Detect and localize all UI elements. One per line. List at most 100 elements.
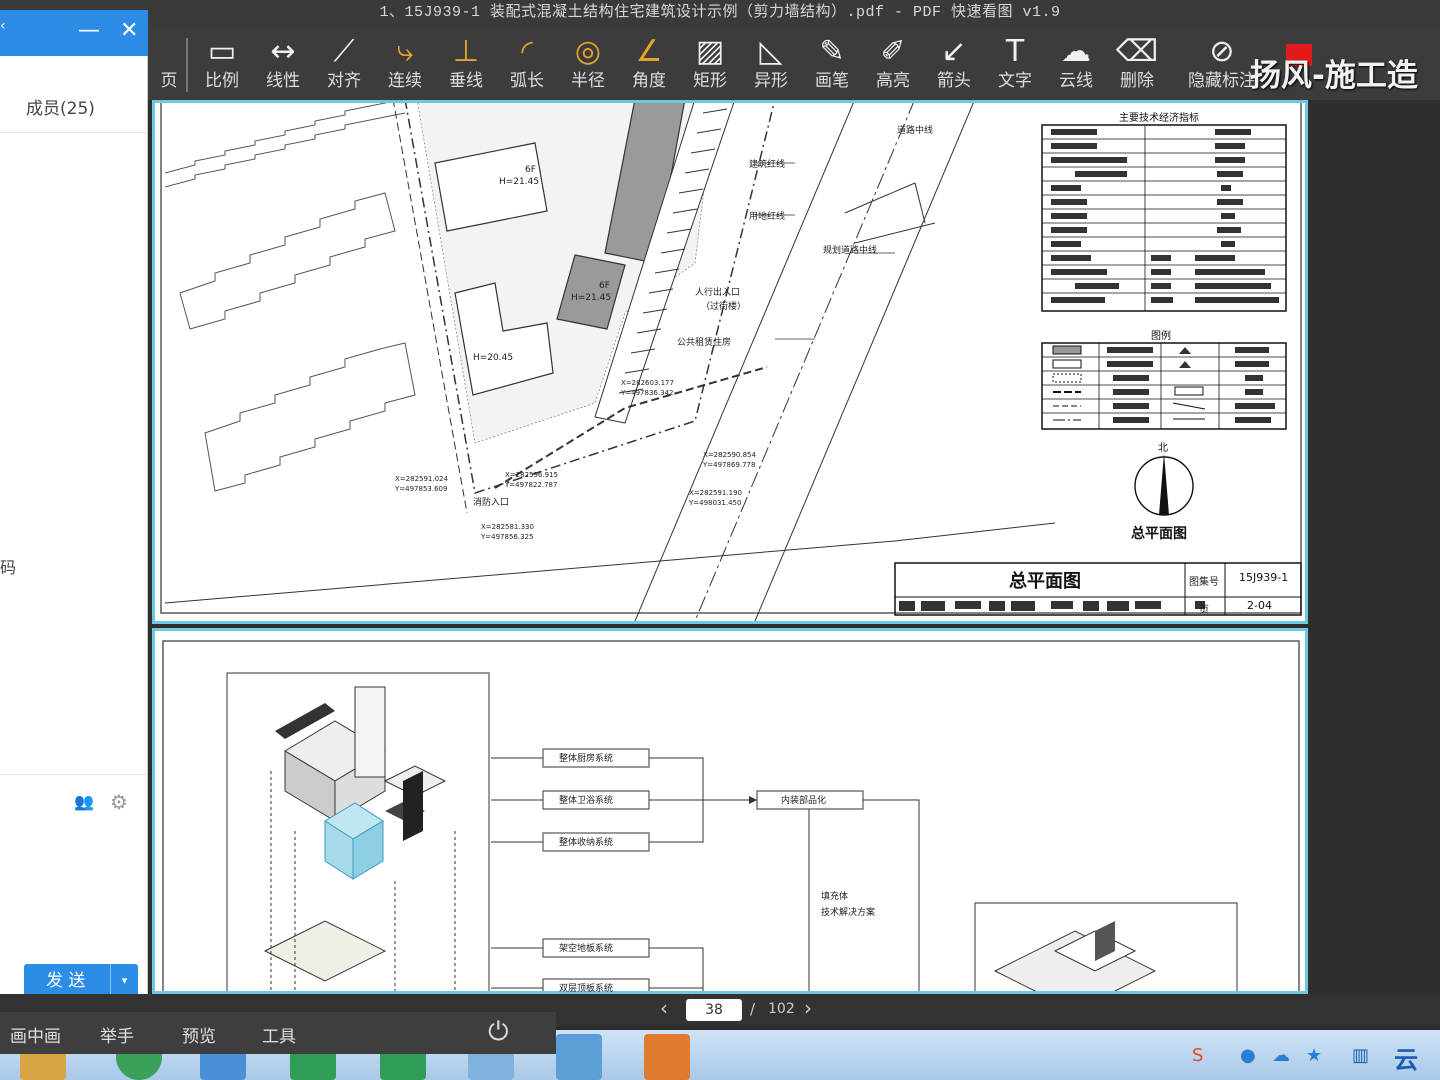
tool-align[interactable]: ⟋ 对齐 bbox=[315, 34, 373, 96]
pdf-page-site-plan[interactable]: 道路中线 建筑红线 用地红线 规划道路中线 人行出入口 （过街楼） 公共租赁住房… bbox=[152, 100, 1308, 624]
box-storage-system: 整体收纳系统 bbox=[559, 838, 614, 848]
tray-icon-2[interactable]: ☁ bbox=[1272, 1045, 1290, 1066]
star-icon[interactable]: ★ bbox=[1306, 1045, 1322, 1066]
gear-icon[interactable]: ⚙ bbox=[110, 790, 128, 814]
tool-cloud[interactable]: ☁ 云线 bbox=[1047, 34, 1105, 96]
label-road-center: 道路中线 bbox=[897, 126, 934, 136]
radius-icon: ◎ bbox=[574, 34, 602, 69]
rectangle-area-icon: ▨ bbox=[695, 34, 725, 69]
infill-diagram-drawing bbox=[162, 640, 1300, 991]
tool-radius-label: 半径 bbox=[571, 71, 605, 91]
send-label: 发 送 bbox=[46, 971, 86, 991]
cloud-line-icon: ☁ bbox=[1061, 34, 1091, 69]
note-infill: 填充体 bbox=[821, 892, 849, 902]
tool-arc[interactable]: ◜ 弧长 bbox=[498, 34, 556, 96]
tool-perpendicular[interactable]: ⊥ 垂线 bbox=[437, 34, 495, 96]
tool-hide-annotation[interactable]: ⊘ 隐藏标注 bbox=[1184, 34, 1260, 96]
coord-3b: Y=497869.778 bbox=[703, 461, 756, 469]
tool-angle[interactable]: ∠ 角度 bbox=[620, 34, 678, 96]
label-rental-housing: 公共租赁住房 bbox=[677, 338, 732, 348]
tool-scale[interactable]: ▭ 比例 bbox=[193, 34, 251, 96]
cloud-brand-text: 云启 bbox=[1394, 1046, 1418, 1074]
tool-home[interactable]: 页 bbox=[140, 34, 198, 96]
page-number: 2-04 bbox=[1247, 599, 1272, 612]
collapse-icon[interactable]: ‹ bbox=[0, 18, 6, 34]
pen-icon: ✎ bbox=[819, 34, 845, 69]
send-options-dropdown[interactable]: ▾ bbox=[110, 964, 138, 998]
chat-panel: ‹ — ✕ 成员(25) 码 👥 ⚙ 发 送 ▾ bbox=[0, 10, 148, 1003]
tool-home-label: 页 bbox=[160, 71, 178, 91]
coord-6a: X=282603.177 bbox=[621, 379, 674, 387]
send-button[interactable]: 发 送 ▾ bbox=[24, 964, 138, 998]
note-technical-solution: 技术解决方案 bbox=[821, 908, 876, 918]
taskbar-app-7[interactable] bbox=[556, 1034, 602, 1080]
pdf-page-infill-diagram[interactable]: 整体厨房系统 整体卫浴系统 整体收纳系统 架空地板系统 双层顶板系统 内装部品化… bbox=[152, 628, 1308, 994]
linear-measure-icon: ↔ bbox=[270, 34, 296, 69]
next-page-icon[interactable]: › bbox=[804, 996, 812, 1020]
home-icon bbox=[140, 34, 198, 70]
pdf-viewer-taskbar-icon[interactable] bbox=[644, 1034, 690, 1080]
coord-1b: Y=497853.609 bbox=[395, 485, 448, 493]
tool-rectangle[interactable]: ▨ 矩形 bbox=[681, 34, 739, 96]
coord-4a: X=282591.190 bbox=[689, 489, 742, 497]
tool-pen-label: 画笔 bbox=[815, 71, 849, 91]
members-icon[interactable]: 👥 bbox=[74, 792, 94, 811]
tool-highlight[interactable]: ✐ 高亮 bbox=[864, 34, 922, 96]
box-double-ceiling-system: 双层顶板系统 bbox=[559, 984, 614, 994]
watermark: 扬风-施工造 bbox=[1250, 58, 1418, 94]
legend-title: 图例 bbox=[1151, 331, 1171, 342]
coord-3a: X=282590.854 bbox=[703, 451, 756, 459]
coord-2b: Y=497822.787 bbox=[505, 481, 558, 489]
align-measure-icon: ⟋ bbox=[333, 34, 355, 69]
box-raised-floor-system: 架空地板系统 bbox=[559, 944, 614, 954]
tool-rectangle-label: 矩形 bbox=[693, 71, 727, 91]
viewer-title: 1、15J939-1 装配式混凝土结构住宅建筑设计示例（剪力墙结构）.pdf -… bbox=[0, 0, 1440, 26]
minimize-icon[interactable]: — bbox=[78, 18, 100, 43]
tool-text-label: 文字 bbox=[998, 71, 1032, 91]
raise-hand-button[interactable]: 举手 bbox=[100, 1022, 134, 1047]
plan-title: 总平面图 bbox=[1131, 526, 1187, 542]
arrow-icon: ↙ bbox=[941, 34, 967, 69]
toolbar-divider bbox=[186, 38, 188, 92]
tool-pen[interactable]: ✎ 画笔 bbox=[803, 34, 861, 96]
picture-in-picture-button[interactable]: 画中画 bbox=[10, 1022, 61, 1047]
tool-linear[interactable]: ↔ 线性 bbox=[254, 34, 312, 96]
label-height-c: H=20.45 bbox=[473, 353, 514, 363]
member-count[interactable]: 成员(25) bbox=[26, 94, 95, 119]
page-separator: / bbox=[750, 1000, 756, 1018]
tech-table-title: 主要技术经济指标 bbox=[1119, 113, 1199, 124]
tool-continuous[interactable]: ⤷ 连续 bbox=[376, 34, 434, 96]
current-page-input[interactable]: 38 bbox=[686, 999, 742, 1021]
label-property-line: 用地红线 bbox=[749, 212, 786, 222]
tool-angle-label: 角度 bbox=[632, 71, 666, 91]
meeting-control-bar: 画中画 举手 预览 工具 ⏻ bbox=[0, 1012, 556, 1054]
tool-radius[interactable]: ◎ 半径 bbox=[559, 34, 617, 96]
tools-button[interactable]: 工具 bbox=[262, 1022, 296, 1047]
chat-divider bbox=[0, 132, 148, 133]
coord-4b: Y=498031.450 bbox=[689, 499, 742, 507]
label-floors-a: 6F bbox=[525, 165, 536, 175]
coord-6b: Y=497836.342 bbox=[621, 389, 674, 397]
polygon-area-icon: ◺ bbox=[759, 34, 783, 69]
text-icon: T bbox=[1005, 34, 1025, 69]
tool-perpendicular-label: 垂线 bbox=[449, 71, 483, 91]
chat-message-fragment: 码 bbox=[0, 558, 17, 577]
arc-length-icon: ◜ bbox=[521, 34, 533, 69]
tray-icon-1[interactable]: ● bbox=[1240, 1045, 1256, 1066]
label-walkway: （过街楼） bbox=[701, 302, 747, 312]
sogou-icon[interactable]: S bbox=[1192, 1045, 1203, 1066]
tool-polygon-label: 异形 bbox=[754, 71, 788, 91]
tool-polygon[interactable]: ◺ 异形 bbox=[742, 34, 800, 96]
power-icon[interactable]: ⏻ bbox=[488, 1017, 509, 1048]
label-height-b: H=21.45 bbox=[571, 293, 612, 303]
label-building-line: 建筑红线 bbox=[749, 160, 786, 170]
tool-delete[interactable]: ⌫ 删除 bbox=[1108, 34, 1166, 96]
tool-text[interactable]: T 文字 bbox=[986, 34, 1044, 96]
tool-cloud-label: 云线 bbox=[1059, 71, 1093, 91]
tool-arrow-label: 箭头 bbox=[937, 71, 971, 91]
previous-page-icon[interactable]: ‹ bbox=[660, 996, 668, 1020]
preview-button[interactable]: 预览 bbox=[182, 1022, 216, 1047]
close-icon[interactable]: ✕ bbox=[120, 18, 138, 43]
tool-arrow[interactable]: ↙ 箭头 bbox=[925, 34, 983, 96]
hide-annotation-icon: ⊘ bbox=[1209, 34, 1235, 69]
